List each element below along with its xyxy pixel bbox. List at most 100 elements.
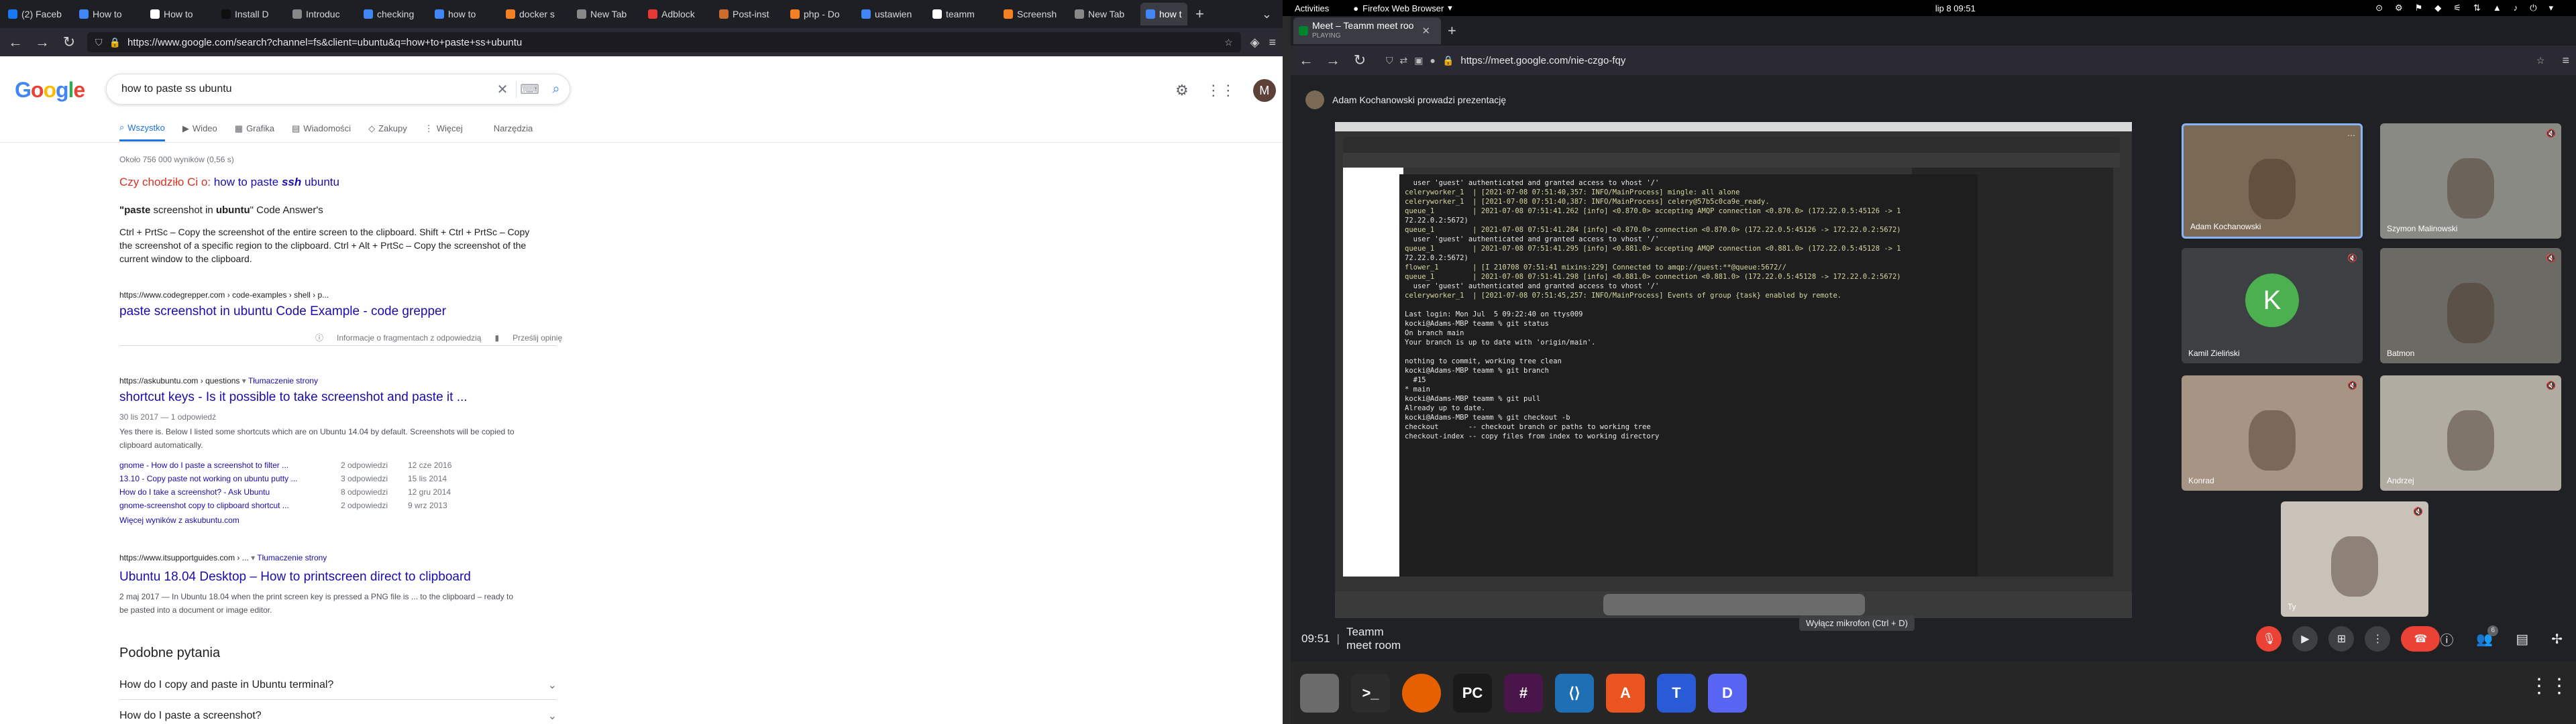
forward-icon[interactable]: → <box>1324 52 1342 69</box>
translate-link[interactable]: Tłumaczenie strony <box>248 376 318 385</box>
list-tabs-icon[interactable]: ⌄ <box>1262 7 1272 21</box>
google-logo[interactable]: Google <box>15 78 85 103</box>
translate-link[interactable]: Tłumaczenie strony <box>257 553 327 562</box>
left-url-field[interactable]: ⛉ 🔒 https://www.google.com/search?channe… <box>87 32 1241 52</box>
browser-tab[interactable]: (2) Faceb <box>3 3 74 25</box>
browser-tab[interactable]: how to <box>429 3 500 25</box>
terminal-window[interactable]: user 'guest' authenticated and granted a… <box>1399 174 1978 577</box>
pocket-icon[interactable]: ◈ <box>1250 36 1260 50</box>
menu-icon[interactable]: ≡ <box>1269 36 1276 50</box>
browser-tab[interactable]: checking <box>358 3 429 25</box>
settings-gear-icon[interactable]: ⚙ <box>1175 82 1189 99</box>
browser-tab[interactable]: teamm <box>927 3 998 25</box>
browser-tab[interactable]: Introduc <box>287 3 358 25</box>
paa-question[interactable]: How do I copy and paste in Ubuntu termin… <box>119 670 557 700</box>
search-tab[interactable]: ▤ Wiadomości <box>292 122 351 141</box>
files-icon[interactable] <box>1300 673 1339 713</box>
answer-count: 2 odpowiedzi <box>341 461 388 470</box>
search-icon[interactable]: ⌕ <box>543 82 570 97</box>
new-tab-icon[interactable]: + <box>1448 22 1456 40</box>
activities-icon[interactable]: ✢ <box>2551 631 2563 648</box>
sitelink[interactable]: How do I take a screenshot? - Ask Ubuntu <box>119 485 341 499</box>
camera-button[interactable]: ▶ <box>2292 626 2318 652</box>
browser-tab[interactable]: How to <box>74 3 145 25</box>
new-tab-icon[interactable]: + <box>1195 5 1204 23</box>
leave-call-button[interactable]: ☎ <box>2401 626 2440 652</box>
result-1-more[interactable]: Więcej wyników z askubuntu.com <box>119 514 239 527</box>
participant-tile[interactable]: Szymon Malinowski 🔇 <box>2380 123 2561 239</box>
participant-tile[interactable]: Batmon 🔇 <box>2380 248 2561 363</box>
paa-question[interactable]: How do I paste a screenshot? ⌄ <box>119 701 557 724</box>
shared-screen[interactable]: user 'guest' authenticated and granted a… <box>1335 122 2132 618</box>
result-2-title[interactable]: Ubuntu 18.04 Desktop – How to printscree… <box>119 568 471 586</box>
browser-tab[interactable]: php - Do <box>785 3 856 25</box>
search-tab[interactable]: ▶ Wideo <box>182 122 217 141</box>
reload-icon[interactable]: ↻ <box>1351 52 1368 69</box>
browser-tab[interactable]: ustawien <box>856 3 927 25</box>
tray-icons[interactable]: ⊙⚙⚑◆⚟⇅▲♪⏻▾ <box>2375 3 2565 13</box>
mic-off-button[interactable]: 🎙 <box>2256 626 2282 652</box>
separator: | <box>1336 632 1340 645</box>
did-you-mean-link[interactable]: how to paste ssh ubuntu <box>214 176 339 188</box>
appcenter-icon[interactable]: A <box>1606 673 1645 713</box>
info-icon[interactable]: ⓘ <box>2440 629 2453 649</box>
terminal-icon[interactable]: >_ <box>1351 673 1390 713</box>
pycharm-icon[interactable]: PC <box>1453 673 1492 713</box>
search-tab[interactable]: ◇ Zakupy <box>368 122 407 141</box>
tab-meet[interactable]: Meet – Teamm meet roo PLAYING ✕ <box>1293 17 1441 44</box>
browser-tab[interactable]: Screensh <box>998 3 1069 25</box>
back-icon[interactable]: ← <box>1297 52 1315 69</box>
present-button[interactable]: ⊞ <box>2328 626 2355 652</box>
right-url-field[interactable]: ⛉ ⇄ ▣ ● 🔒 https://meet.google.com/nie-cz… <box>1378 50 2553 70</box>
more-icon[interactable]: ⋯ <box>2347 131 2355 140</box>
discord-icon[interactable]: D <box>1708 673 1747 713</box>
app-menu[interactable]: Firefox Web Browser <box>1362 3 1444 13</box>
back-icon[interactable]: ← <box>7 34 24 51</box>
chat-icon[interactable]: ▤ <box>2516 631 2528 648</box>
apps-grid-icon[interactable]: ⋮⋮ <box>1206 82 1236 99</box>
search-input[interactable] <box>121 83 489 95</box>
menu-icon[interactable]: ≡ <box>2562 54 2569 68</box>
browser-tab[interactable]: New Tab <box>572 3 643 25</box>
clock[interactable]: lip 8 09:51 <box>1935 3 1976 13</box>
slack-icon[interactable]: # <box>1504 673 1543 713</box>
browser-tab[interactable]: How to <box>145 3 216 25</box>
activities-button[interactable]: Activities <box>1295 3 1329 13</box>
vscode-icon[interactable]: ⟨⟩ <box>1555 673 1594 713</box>
search-tab[interactable]: ⌕ Wszystko <box>119 122 165 141</box>
snippet-info-link[interactable]: Informacje o fragmentach z odpowiedzią <box>337 331 481 345</box>
firefox-icon[interactable] <box>1402 673 1441 713</box>
sitelink[interactable]: gnome-screenshot copy to clipboard short… <box>119 499 341 512</box>
browser-tab[interactable]: Adblock <box>643 3 714 25</box>
more-options-button[interactable]: ⋮ <box>2365 626 2391 652</box>
keyboard-icon[interactable]: ⌨ <box>516 80 543 98</box>
reload-icon[interactable]: ↻ <box>60 34 78 51</box>
sitelink[interactable]: 13.10 - Copy paste not working on ubuntu… <box>119 472 341 485</box>
bookmark-star-icon[interactable]: ☆ <box>2536 55 2545 66</box>
forward-icon[interactable]: → <box>34 34 51 51</box>
browser-tab[interactable]: docker s <box>500 3 572 25</box>
close-tab-icon[interactable]: ✕ <box>1421 25 1430 37</box>
featured-snippet-link[interactable]: paste screenshot in ubuntu Code Example … <box>119 303 446 320</box>
browser-tab[interactable]: Install D <box>216 3 287 25</box>
toolbox-icon[interactable]: T <box>1657 673 1696 713</box>
sitelink[interactable]: gnome - How do I paste a screenshot to f… <box>119 459 341 472</box>
participant-tile[interactable]: Adam Kochanowski ⋯ <box>2182 123 2363 239</box>
participant-tile[interactable]: Ty 🔇 <box>2281 501 2428 617</box>
browser-tab[interactable]: Post-inst <box>714 3 785 25</box>
search-tab[interactable]: ⋮ Więcej <box>425 122 463 141</box>
participant-tile[interactable]: Konrad 🔇 <box>2182 375 2363 491</box>
people-icon[interactable]: 👥 6 <box>2476 625 2499 648</box>
bookmark-star-icon[interactable]: ☆ <box>1224 37 1233 48</box>
show-applications-icon[interactable]: ⋮⋮⋮ <box>2529 674 2576 698</box>
search-tab[interactable]: ▦ Grafika <box>235 122 274 141</box>
search-tab[interactable]: Narzędzia <box>494 122 533 141</box>
feedback-link[interactable]: Prześlij opinię <box>513 331 562 345</box>
participant-tile[interactable]: K Kamil Zieliński 🔇 <box>2182 248 2363 363</box>
clear-icon[interactable]: ✕ <box>489 81 516 98</box>
participant-tile[interactable]: Andrzej 🔇 <box>2380 375 2561 491</box>
browser-tab[interactable]: how t✕ <box>1140 3 1187 25</box>
result-1-title[interactable]: shortcut keys - Is it possible to take s… <box>119 389 468 406</box>
account-avatar[interactable]: M <box>1252 79 1276 102</box>
browser-tab[interactable]: New Tab <box>1069 3 1140 25</box>
